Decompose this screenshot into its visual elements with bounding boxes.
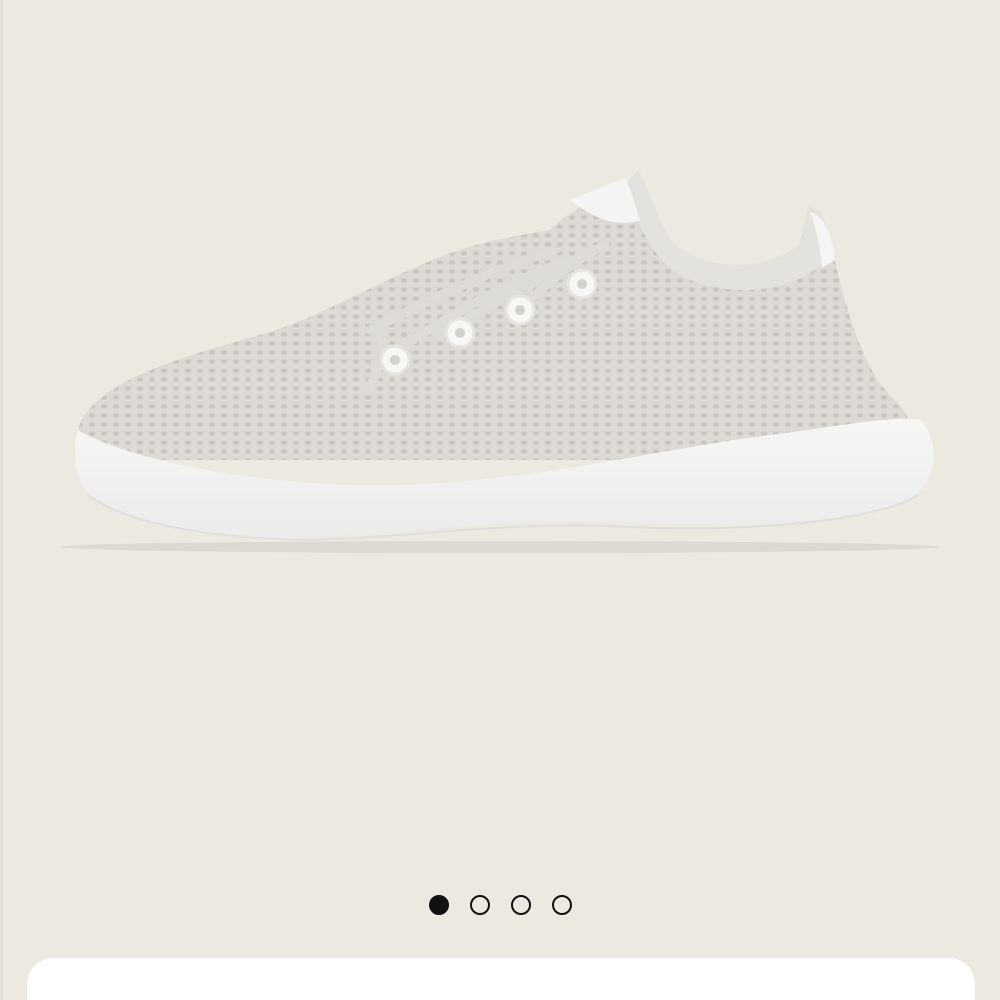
edge-divider xyxy=(0,0,3,1000)
product-gallery-page xyxy=(0,0,1000,1000)
carousel-dot-3[interactable] xyxy=(510,895,531,915)
sneaker-image xyxy=(60,170,940,553)
carousel-pagination xyxy=(0,893,1000,917)
carousel-dot-1[interactable] xyxy=(428,895,449,915)
carousel-dot-2[interactable] xyxy=(469,895,490,915)
product-details-sheet[interactable] xyxy=(27,958,975,1000)
product-image[interactable] xyxy=(50,150,950,580)
carousel-dot-4[interactable] xyxy=(551,895,572,915)
